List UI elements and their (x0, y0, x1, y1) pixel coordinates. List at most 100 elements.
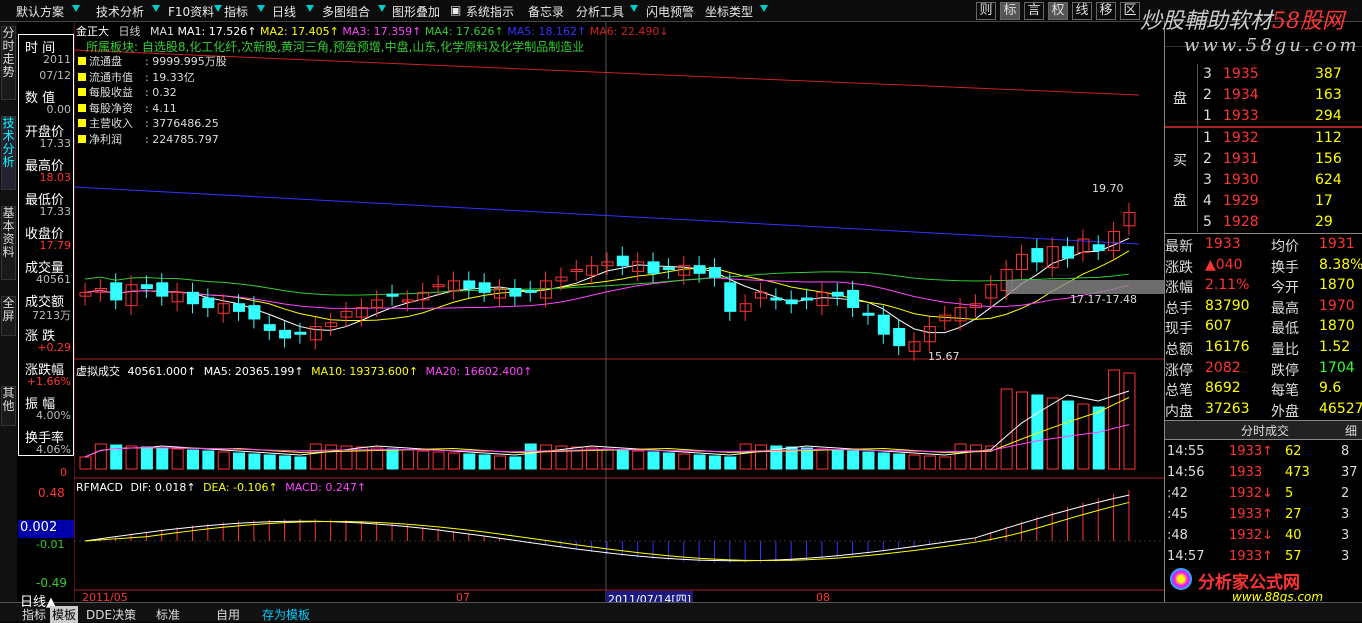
menu-memo[interactable]: 备忘录 (528, 3, 564, 20)
kline-chart-area[interactable] (74, 22, 1164, 602)
buy-level: 4 (1203, 193, 1212, 209)
bottom-tab-custom[interactable]: 自用 (216, 606, 240, 623)
ma4-value: MA4: 17.626↑ (424, 25, 504, 38)
macd-dea: DEA: -0.106↑ (203, 481, 278, 494)
toolbar-btn-xian[interactable]: 线 (1072, 2, 1092, 20)
candle-body (770, 297, 783, 301)
bottom-tab-dde[interactable]: DDE决策 (86, 606, 136, 623)
bottom-tab-template[interactable]: 模板 (50, 606, 79, 623)
period-label: 日线 (118, 25, 141, 38)
volume-bar (263, 454, 276, 470)
vol-ma5-line (84, 390, 1130, 458)
chevron-down-icon[interactable] (630, 5, 638, 12)
tick-price: 1933↑ (1229, 444, 1273, 459)
menu-overlay[interactable]: 图形叠加 (392, 3, 440, 20)
candle-body (248, 305, 261, 320)
volume-bar (125, 445, 138, 470)
menu-flash-alert[interactable]: 闪电预警 (646, 3, 694, 20)
chevron-down-icon[interactable] (760, 5, 768, 12)
volume-bar (586, 447, 599, 470)
chevron-down-icon[interactable] (378, 5, 386, 12)
watermark-logo: 炒股輔助软材58股网 (1140, 3, 1344, 35)
volume-bar (862, 451, 875, 470)
save-template-button[interactable]: 存为模板 (262, 606, 310, 623)
stat-value: 46527 (1319, 400, 1362, 417)
toolbar-btn-quan[interactable]: 权 (1048, 2, 1068, 20)
info-value-low: 17.33 (39, 205, 72, 218)
stat-label: 总笔 (1165, 383, 1193, 400)
tick-volume: 57 (1285, 549, 1302, 564)
candle-body (831, 291, 844, 297)
ticks-detail-button[interactable]: 细 (1345, 422, 1357, 439)
chevron-down-icon[interactable] (152, 5, 160, 12)
candle-body (1062, 246, 1075, 259)
candle-body (555, 276, 568, 282)
candle-body (186, 291, 199, 305)
chevron-down-icon[interactable] (306, 5, 314, 12)
volume-bar (233, 452, 246, 470)
candle-body (202, 297, 215, 309)
chart-frame (74, 22, 1164, 602)
toolbar-btn-yan[interactable]: 言 (1024, 2, 1044, 20)
tick-time: :48 (1167, 528, 1188, 543)
info-value-value: 0.00 (46, 103, 72, 116)
sell-price: 1935 (1223, 66, 1259, 82)
menu-coord-type[interactable]: 坐标类型 (705, 3, 753, 20)
volume-bar (739, 443, 752, 470)
candle-body (279, 329, 292, 339)
menu-default-scheme[interactable]: 默认方案 (16, 3, 64, 20)
menu-analysis-tools[interactable]: 分析工具 (576, 3, 624, 20)
bottom-tab-standard[interactable]: 标准 (156, 606, 180, 623)
lock-icon[interactable]: ▣ (450, 3, 461, 17)
buy-volume: 17 (1315, 193, 1333, 209)
candle-body (662, 267, 675, 271)
stat-value: 1.52 (1319, 339, 1351, 355)
tab-intraday[interactable]: 分时走势 (1, 26, 16, 100)
tick-time: 14:56 (1167, 465, 1205, 480)
menu-daily[interactable]: 日线 (272, 3, 296, 20)
chevron-down-icon[interactable] (257, 5, 265, 12)
stat-value: 16176 (1205, 339, 1250, 355)
logo-text: 炒股輔助软材 (1140, 9, 1273, 34)
volume-bar (1077, 403, 1090, 470)
stat-value: 8692 (1205, 380, 1241, 397)
volume-bar (816, 448, 829, 470)
chevron-down-icon[interactable] (72, 5, 80, 12)
fund-key: 流通市值 (89, 70, 133, 84)
stat-label: 最新 (1165, 239, 1193, 255)
tab-tech-analysis[interactable]: 技术分析 (1, 116, 16, 190)
candle-body (1031, 248, 1044, 263)
toolbar-btn-ze[interactable]: 则 (976, 2, 996, 20)
tab-basic-info[interactable]: 基本资料 (1, 206, 16, 280)
menu-f10[interactable]: F10资料 (168, 3, 214, 20)
stat-value: 1931 (1319, 236, 1355, 252)
toolbar-btn-yi[interactable]: 移 (1096, 2, 1116, 20)
buy-side-label-2: 盘 (1173, 193, 1187, 209)
candle-body (877, 314, 890, 335)
toolbar-btn-qu[interactable]: 区 (1120, 2, 1140, 20)
buy-level: 5 (1203, 214, 1212, 230)
tab-other[interactable]: 其他 (1, 386, 16, 426)
bottom-tab-indicator[interactable]: 指标 (22, 606, 46, 623)
menu-tech-analysis[interactable]: 技术分析 (96, 3, 144, 20)
menu-multi-chart[interactable]: 多图组合 (322, 3, 370, 20)
ma5-value: MA5: 18.162↑ (507, 25, 587, 38)
volume-bar (156, 447, 169, 470)
stat-value: 8.38% (1319, 256, 1362, 273)
tab-fullscreen[interactable]: 全屏 (1, 296, 16, 336)
toolbar-btn-biao[interactable]: 标 (1000, 2, 1020, 20)
candle-body (263, 324, 276, 331)
chevron-down-icon[interactable] (214, 5, 222, 12)
volume-zero-label: 0 (60, 466, 67, 479)
volume-bar (171, 448, 184, 470)
sell-price: 1933 (1223, 108, 1259, 124)
fund-row: 净利润: 224785.797 (78, 131, 227, 147)
info-value-date: 07/12 (39, 69, 71, 82)
volume-bar (217, 451, 230, 470)
macd-title: RFMACD (76, 481, 123, 494)
range-label: 17.17-17.48 (1070, 293, 1137, 306)
menu-sys-indicator[interactable]: 系统指示 (466, 3, 514, 20)
menu-indicator[interactable]: 指标 (224, 3, 248, 20)
stat-label: 现手 (1165, 321, 1193, 338)
watermark-site: www.58gu.com (1184, 35, 1360, 56)
